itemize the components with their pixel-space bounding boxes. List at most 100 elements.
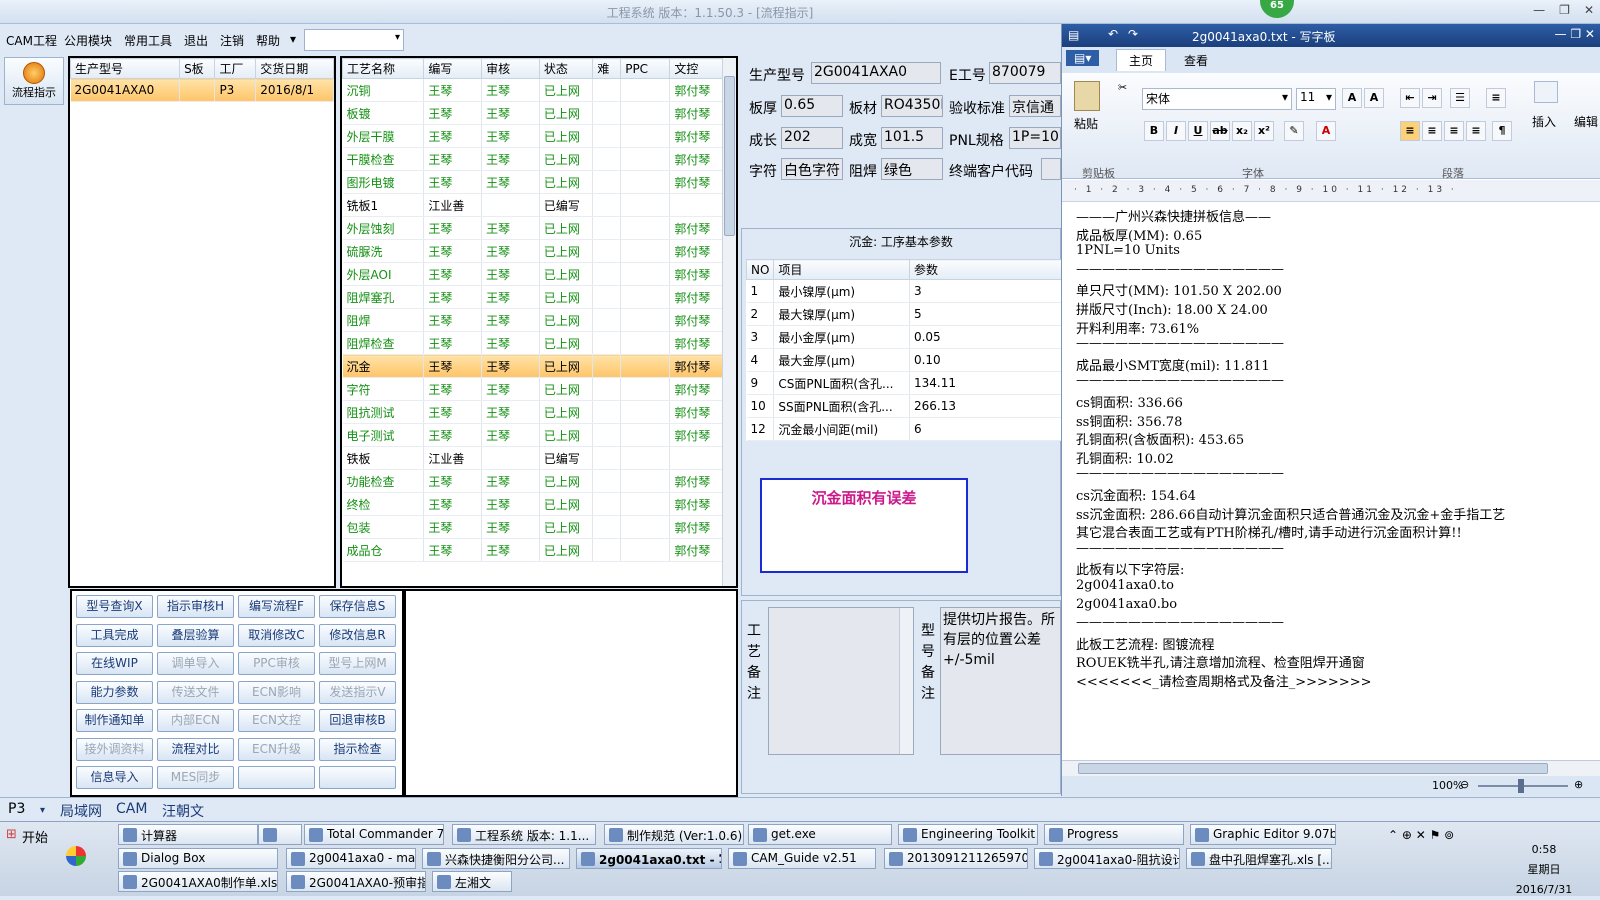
grow-font-icon[interactable]: A bbox=[1342, 88, 1362, 108]
taskbar-item[interactable]: 2g0041axa0 - main_qa bbox=[286, 847, 416, 869]
customer-code-field[interactable] bbox=[1041, 158, 1061, 180]
minimize-icon[interactable]: — bbox=[1533, 3, 1545, 17]
action-button[interactable]: 工具完成 bbox=[76, 623, 153, 647]
param-row[interactable]: 1 最小镍厚(μm) 3 bbox=[746, 279, 1063, 303]
action-button[interactable]: ECN升级 bbox=[238, 737, 315, 761]
action-button[interactable]: 内部ECN bbox=[157, 709, 234, 732]
tray-icons[interactable]: ⌃ ⊕ ✕ ⚑ ⊚ bbox=[1388, 828, 1454, 842]
undo-icon[interactable]: ↶ bbox=[1108, 27, 1118, 41]
wordpad-document[interactable]: ———广州兴森快捷拼板信息—— 成品板厚(MM): 0.65 1PNL=10 Uni… bbox=[1062, 204, 1600, 760]
action-button[interactable]: MES同步 bbox=[157, 766, 234, 789]
superscript-icon[interactable]: x² bbox=[1254, 121, 1274, 141]
process-col-header[interactable]: 难 bbox=[592, 58, 622, 79]
process-row[interactable]: 阻抗测试 王琴 王琴 已上网 郭付琴 bbox=[342, 400, 724, 424]
taskbar-item[interactable]: 盘中孔阻焊塞孔.xls [... bbox=[1186, 847, 1332, 869]
material-field[interactable]: RO4350E bbox=[881, 95, 943, 117]
taskbar-item[interactable]: 工程系统 版本: 1.1... bbox=[452, 824, 596, 845]
action-button[interactable]: 回退审核B bbox=[319, 709, 396, 732]
action-button[interactable]: 发送指示V bbox=[319, 680, 396, 704]
process-row[interactable]: 阻焊塞孔 王琴 王琴 已上网 郭付琴 bbox=[342, 285, 724, 309]
insert-label[interactable]: 插入 bbox=[1532, 113, 1556, 130]
italic-icon[interactable]: I bbox=[1166, 121, 1186, 141]
shrink-font-icon[interactable]: A bbox=[1364, 88, 1384, 108]
taskbar-item[interactable]: Total Commander 7.0 ... bbox=[304, 824, 444, 845]
process-col-header[interactable]: 审核 bbox=[481, 58, 540, 79]
taskbar-item[interactable]: Engineering Toolkit 9.0... bbox=[898, 824, 1038, 845]
param-row[interactable]: 12 沉金最小间距(mil) 6 bbox=[746, 417, 1063, 441]
action-button[interactable]: 修改信息R bbox=[319, 623, 396, 647]
menu-common-modules[interactable]: 公用模块 bbox=[64, 32, 112, 49]
menu-exit[interactable]: 退出 bbox=[184, 32, 208, 49]
process-row[interactable]: 沉铜 王琴 王琴 已上网 郭付琴 bbox=[342, 78, 724, 102]
action-button[interactable]: 信息导入 bbox=[76, 766, 153, 789]
width-field[interactable]: 101.5 bbox=[881, 127, 943, 149]
redo-icon[interactable]: ↷ bbox=[1128, 27, 1138, 41]
edit-label[interactable]: 编辑 bbox=[1574, 113, 1598, 130]
taskbar-item[interactable]: 2G0041AXA0-预审指示... bbox=[286, 871, 426, 892]
param-row[interactable]: 4 最大金厚(μm) 0.10 bbox=[746, 348, 1063, 372]
zoom-in-icon[interactable]: ⊕ bbox=[1574, 778, 1583, 791]
menu-common-tools[interactable]: 常用工具 bbox=[124, 32, 172, 49]
menu-logout[interactable]: 注销 bbox=[220, 32, 244, 49]
taskbar-item[interactable]: 2G0041AXA0制作单.xls ... bbox=[118, 871, 278, 892]
taskbar-item[interactable]: 2g0041axa0.txt - 写... bbox=[576, 847, 722, 869]
action-button[interactable]: ECN文控 bbox=[238, 709, 315, 732]
process-row[interactable]: 终检 王琴 王琴 已上网 郭付琴 bbox=[342, 492, 724, 516]
taskbar-item[interactable]: 兴森快捷衡阳分公司... bbox=[422, 847, 570, 869]
param-row[interactable]: 10 SS面PNL面积(含孔... 266.13 bbox=[746, 394, 1063, 418]
start-button[interactable]: ⊞ 开始 bbox=[2, 824, 52, 846]
process-row[interactable]: 铣板1 江业善 已编写 bbox=[342, 193, 724, 217]
action-button[interactable]: 指示审核H bbox=[157, 595, 234, 618]
param-row[interactable]: 3 最小金厚(μm) 0.05 bbox=[746, 325, 1063, 349]
clock[interactable]: 0:58 星期日 2016/7/31 bbox=[1506, 840, 1582, 900]
taskbar-item[interactable]: get.exe bbox=[748, 824, 892, 845]
bullets-icon[interactable]: ☰ bbox=[1450, 88, 1470, 108]
menu-combo[interactable]: ▾ bbox=[304, 29, 404, 51]
line-spacing-icon[interactable]: ≡ bbox=[1486, 88, 1506, 108]
align-left-icon[interactable]: ≡ bbox=[1400, 121, 1420, 141]
menu-help[interactable]: 帮助 bbox=[256, 32, 280, 49]
process-row[interactable]: 外层AOI 王琴 王琴 已上网 郭付琴 bbox=[342, 262, 724, 286]
decrease-indent-icon[interactable]: ⇤ bbox=[1400, 88, 1420, 108]
process-col-header[interactable]: PPC bbox=[620, 58, 671, 79]
model-notes-textarea[interactable]: 提供切片报告。所有层的位置公差+/-5mil bbox=[940, 607, 1061, 755]
process-notes-textarea[interactable] bbox=[768, 607, 914, 755]
taskbar-item[interactable]: 2g0041axa0-阻抗设计... bbox=[1034, 847, 1180, 869]
taskbar-item[interactable] bbox=[258, 824, 302, 845]
paste-icon[interactable] bbox=[1074, 81, 1100, 111]
action-button[interactable]: 取消修改C bbox=[238, 623, 315, 647]
taskbar-item[interactable]: 计算器 bbox=[118, 824, 258, 845]
highlight-icon[interactable]: ✎ bbox=[1284, 121, 1304, 141]
increase-indent-icon[interactable]: ⇥ bbox=[1422, 88, 1442, 108]
strikethrough-icon[interactable]: ab bbox=[1210, 121, 1230, 141]
close-icon[interactable]: ✕ bbox=[1584, 3, 1594, 17]
insert-picture-icon[interactable] bbox=[1534, 81, 1558, 103]
action-button[interactable]: 传送文件 bbox=[157, 680, 234, 704]
taskbar-item[interactable]: 制作规范 (Ver:1.0.6) bbox=[604, 824, 744, 845]
process-row[interactable]: 铁板 江业善 已编写 bbox=[342, 446, 724, 470]
action-button[interactable]: 在线WIP bbox=[76, 652, 153, 675]
notes-scrollbar[interactable] bbox=[899, 608, 913, 754]
process-row[interactable]: 成品仓 王琴 王琴 已上网 郭付琴 bbox=[342, 538, 724, 562]
align-center-icon[interactable]: ≡ bbox=[1422, 121, 1442, 141]
action-button[interactable]: 流程对比 bbox=[157, 737, 234, 761]
restore-icon[interactable]: ❐ bbox=[1559, 3, 1570, 17]
bold-icon[interactable]: B bbox=[1144, 121, 1164, 141]
process-row[interactable]: 电子测试 王琴 王琴 已上网 郭付琴 bbox=[342, 423, 724, 447]
action-button[interactable]: 型号查询X bbox=[76, 595, 153, 618]
action-button[interactable]: 指示检查 bbox=[319, 737, 396, 761]
action-button[interactable] bbox=[319, 766, 396, 789]
font-name-select[interactable]: 宋体 ▾ bbox=[1142, 88, 1292, 110]
eno-field[interactable]: 870079 bbox=[989, 62, 1061, 84]
mask-field[interactable]: 绿色 bbox=[881, 158, 943, 180]
action-button[interactable]: ECN影响 bbox=[238, 680, 315, 704]
action-button[interactable] bbox=[238, 766, 315, 789]
align-right-icon[interactable]: ≡ bbox=[1444, 121, 1464, 141]
action-button[interactable]: 接外调资料 bbox=[76, 737, 153, 761]
process-col-header[interactable]: 状态 bbox=[538, 58, 594, 79]
file-menu-icon[interactable]: ▤▾ bbox=[1066, 50, 1100, 66]
process-row[interactable]: 图形电镀 王琴 王琴 已上网 郭付琴 bbox=[342, 170, 724, 194]
font-size-select[interactable]: 11 ▾ bbox=[1296, 88, 1336, 110]
justify-icon[interactable]: ≡ bbox=[1466, 121, 1486, 141]
action-button[interactable]: 型号上网M bbox=[319, 652, 396, 675]
